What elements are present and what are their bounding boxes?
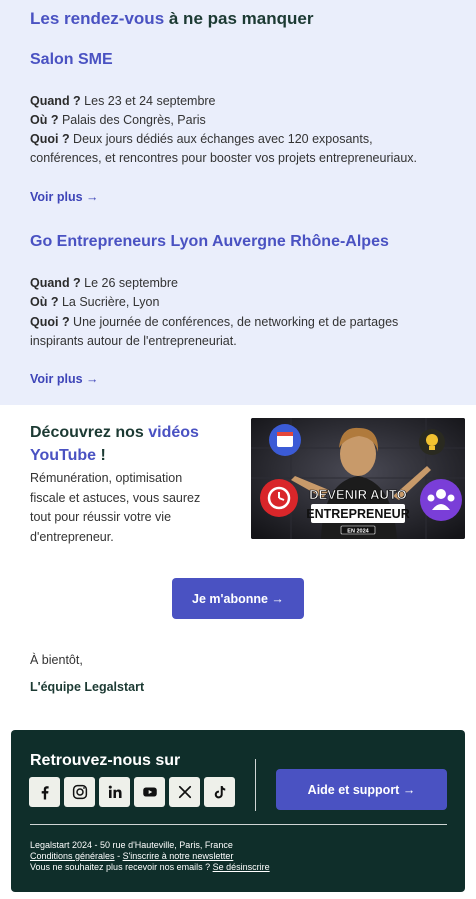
event-where: Où ? Palais des Congrès, Paris xyxy=(30,113,206,127)
subscribe-button[interactable]: Je m'abonne → xyxy=(172,578,304,619)
footer-address: Legalstart 2024 - 50 rue d'Hauteville, P… xyxy=(30,840,233,850)
instagram-icon[interactable] xyxy=(64,777,95,807)
newsletter-link[interactable]: S'inscrire à notre newsletter xyxy=(123,851,234,861)
linkedin-icon[interactable] xyxy=(99,777,130,807)
voir-plus-link[interactable]: Voir plus → xyxy=(30,190,99,204)
youtube-icon[interactable] xyxy=(134,777,165,807)
events-heading: Les rendez-vous à ne pas manquer xyxy=(30,9,314,28)
footer-vertical-divider xyxy=(255,759,256,811)
signoff-team: L'équipe Legalstart xyxy=(30,680,145,694)
footer-links-row: Conditions générales - S'inscrire à notr… xyxy=(30,851,234,861)
voir-plus-link[interactable]: Voir plus → xyxy=(30,372,99,386)
youtube-video-thumbnail[interactable]: DEVENIR AUTO ENTREPRENEUR EN 2024 xyxy=(251,418,465,539)
event-when: Quand ? Les 23 et 24 septembre xyxy=(30,94,216,108)
event-title-salon-sme: Salon SME xyxy=(30,51,113,68)
event-where: Où ? La Sucrière, Lyon xyxy=(30,295,160,309)
youtube-heading: Découvrez nos vidéos YouTube ! xyxy=(30,424,199,464)
footer-heading: Retrouvez-nous sur xyxy=(30,752,181,769)
signoff-greeting: À bientôt, xyxy=(30,653,83,667)
event-what: Quoi ? Une journée de conférences, de ne… xyxy=(30,315,399,329)
event-when: Quand ? Le 26 septembre xyxy=(30,276,178,290)
terms-link[interactable]: Conditions générales xyxy=(30,851,115,861)
youtube-description: Rémunération, optimisation fiscale et as… xyxy=(30,471,201,544)
unsubscribe-link[interactable]: Se désinscrire xyxy=(213,862,270,872)
event-title-go-entrepreneurs: Go Entrepreneurs Lyon Auvergne Rhône-Alp… xyxy=(30,233,389,250)
event-what: Quoi ? Deux jours dédiés aux échanges av… xyxy=(30,132,373,146)
thumbnail-title-line2: ENTREPRENEUR xyxy=(306,507,410,521)
footer-legal: Legalstart 2024 - 50 rue d'Hauteville, P… xyxy=(30,840,270,873)
events-section: Les rendez-vous à ne pas manquer Salon S… xyxy=(0,0,476,405)
thumbnail-badge: EN 2024 xyxy=(347,529,369,535)
thumbnail-title-line1: DEVENIR AUTO xyxy=(309,487,407,502)
thumbnail-artwork: DEVENIR AUTO ENTREPRENEUR EN 2024 xyxy=(251,418,465,539)
event-what-continued: conférences, et rencontres pour booster … xyxy=(30,151,418,165)
help-support-button[interactable]: Aide et support → xyxy=(276,769,447,810)
event-what-continued: inspirants autour de l'entrepreneuriat. xyxy=(30,334,237,348)
unsubscribe-row: Vous ne souhaitez plus recevoir nos emai… xyxy=(30,862,270,872)
facebook-icon[interactable] xyxy=(29,777,60,807)
tiktok-icon[interactable] xyxy=(204,777,235,807)
footer-horizontal-divider xyxy=(30,824,447,825)
footer: Retrouvez-nous sur Aide et support → Leg… xyxy=(11,730,465,892)
social-links xyxy=(29,777,235,807)
x-icon[interactable] xyxy=(169,777,200,807)
